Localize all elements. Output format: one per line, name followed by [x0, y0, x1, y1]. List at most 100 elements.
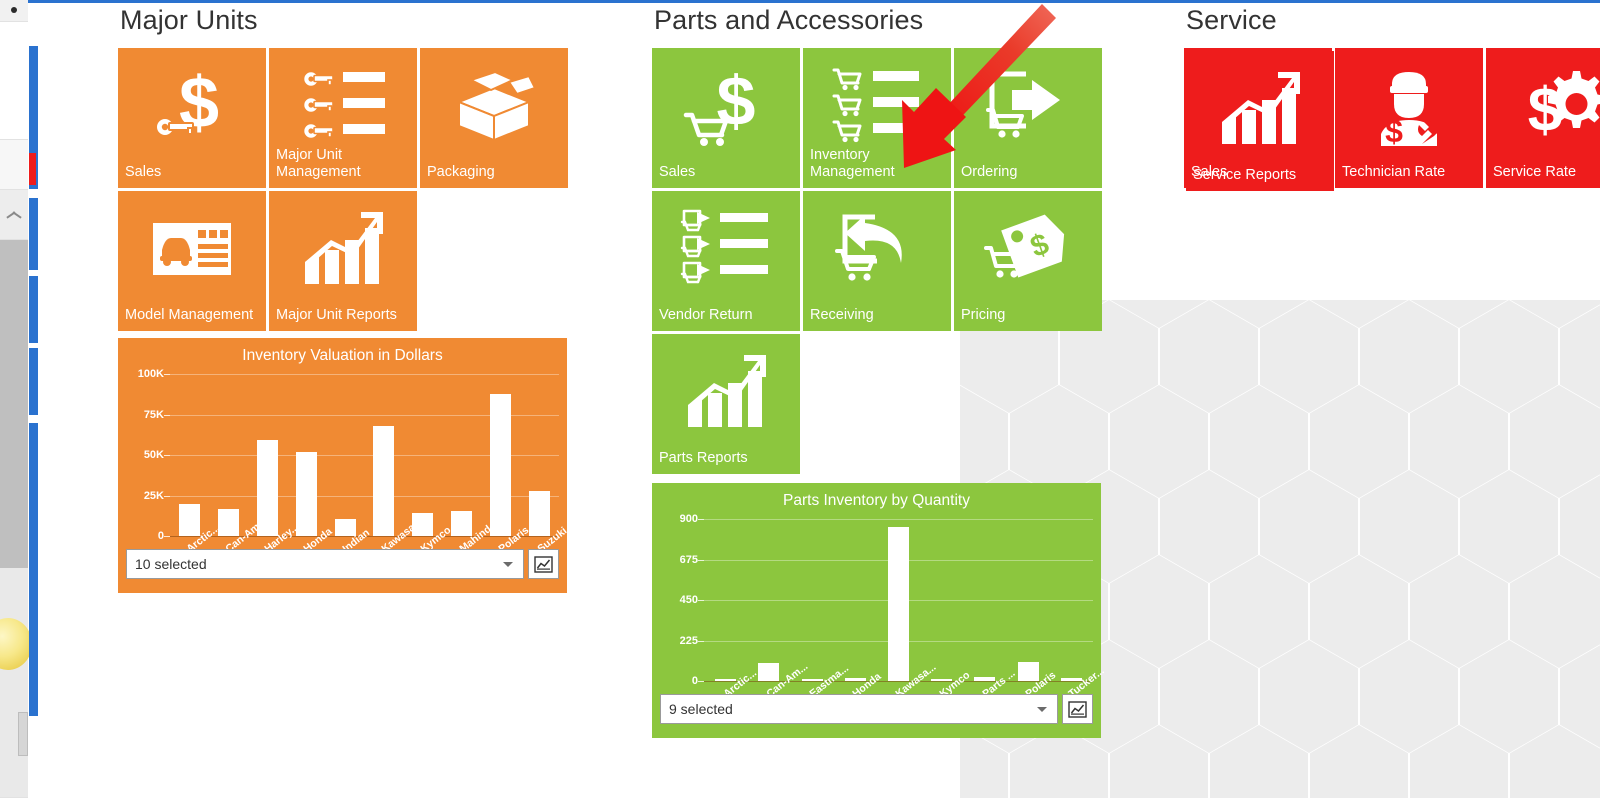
tile-ordering[interactable]: Ordering — [954, 48, 1102, 188]
tile-service-rate[interactable]: $ Service Rate — [1486, 48, 1600, 188]
hexagon-shape — [1310, 300, 1408, 328]
tile-label: Major Unit Management — [276, 147, 361, 180]
red-accent-marker — [29, 153, 36, 185]
column-title-parts: Parts and Accessories — [654, 5, 924, 35]
chart-y-tick-label: 75K — [143, 408, 164, 421]
chart-bar[interactable] — [529, 491, 551, 536]
chart-bar-cell — [877, 519, 920, 681]
hexagon-shape — [1210, 385, 1308, 498]
hexagon-shape — [1360, 300, 1458, 413]
chart-bar-cell — [920, 519, 963, 681]
dropdown-value: 10 selected — [135, 556, 207, 572]
cart-return-list-icon — [652, 201, 800, 296]
tile-parts-sales[interactable]: $ Sales — [652, 48, 800, 188]
tile-model-management[interactable]: Model Management — [118, 191, 266, 331]
parts-inventory-card: Parts Inventory by Quantity 0 225 450 675 90… — [652, 483, 1122, 738]
tile-inventory-management[interactable]: Inventory Management — [803, 48, 951, 188]
inventory-valuation-filter-dropdown[interactable]: 10 selected — [126, 549, 524, 579]
chart-bar[interactable] — [1017, 661, 1039, 681]
chart-bar-cell — [963, 519, 1006, 681]
blue-accent-bar-5 — [29, 423, 38, 716]
chart-y-tick-mark — [164, 536, 170, 537]
tile-label: Vendor Return — [659, 307, 753, 323]
chart-bar[interactable] — [451, 510, 473, 536]
chart-bar-cell — [209, 374, 248, 536]
tile-label: Major Unit Reports — [276, 307, 397, 323]
chart-bar-cell — [365, 374, 404, 536]
hexagon-shape — [1460, 470, 1558, 583]
blue-accent-bar-2 — [29, 198, 38, 270]
hexagon-shape — [1310, 385, 1408, 498]
chart-y-tick-label: 100K — [137, 368, 164, 380]
hexagon-shape — [1560, 300, 1600, 413]
tile-major-unit-management[interactable]: Major Unit Management — [269, 48, 417, 188]
column-title-major-units: Major Units — [120, 5, 258, 35]
tile-packaging[interactable]: Packaging — [420, 48, 568, 188]
hexagon-shape — [1160, 300, 1258, 413]
chart-bar-cell — [248, 374, 287, 536]
tile-major-unit-reports[interactable]: Major Unit Reports — [269, 191, 417, 331]
chart-bar-cell — [520, 374, 559, 536]
technician-icon: $ — [1335, 58, 1483, 153]
chart-bar[interactable] — [758, 663, 780, 681]
chart-bar-cell — [834, 519, 877, 681]
tile-parts-reports[interactable]: Parts Reports — [652, 334, 800, 474]
tile-pricing[interactable]: $ Pricing — [954, 191, 1102, 331]
line-chart-icon — [534, 555, 553, 573]
parts-inventory-chart-type-button[interactable] — [1062, 694, 1093, 724]
hexagon-shape — [1110, 725, 1208, 798]
parts-inventory-filter-dropdown[interactable]: 9 selected — [660, 694, 1058, 724]
chart-bar[interactable] — [887, 527, 909, 681]
tile-label: Parts Reports — [659, 450, 748, 466]
tile-grid-parts: $ Sales Inventory Management Ordering Ve… — [652, 48, 1122, 474]
vehicle-card-icon — [118, 201, 266, 296]
tile-receiving[interactable]: Receiving — [803, 191, 951, 331]
rail-segment-top[interactable] — [0, 0, 28, 22]
dollar-gear-icon: $ — [1486, 58, 1600, 153]
top-accent-line — [28, 0, 1600, 3]
hexagon-shape — [1510, 725, 1600, 798]
chart-bar-cell — [287, 374, 326, 536]
parts-inventory-chart: Parts Inventory by Quantity 0 225 450 675 90… — [652, 483, 1107, 738]
chart-y-tick-label: 450 — [679, 594, 698, 606]
tile-technician-rate[interactable]: $ Technician Rate — [1335, 48, 1483, 188]
tile-label: Technician Rate — [1342, 164, 1446, 180]
hexagon-shape — [1160, 640, 1258, 753]
chart-bars — [704, 519, 1093, 681]
tile-grid-major-units: $ Sales Major Unit Management Packaging … — [118, 48, 588, 331]
hexagon-shape — [1110, 300, 1208, 328]
tile-major-units-sales[interactable]: $ Sales — [118, 48, 266, 188]
line-chart-icon — [1068, 700, 1087, 718]
chart-title: Inventory Valuation in Dollars — [242, 347, 443, 364]
chart-bar[interactable] — [178, 504, 200, 536]
vertical-scrollbar-thumb[interactable] — [18, 712, 28, 756]
chart-bar[interactable] — [256, 439, 278, 536]
hexagon-shape — [1160, 470, 1258, 583]
tile-label: Sales — [125, 164, 162, 180]
bar-chart-arrow-icon — [652, 344, 800, 439]
chart-bar-cell — [1050, 519, 1093, 681]
inventory-valuation-chart-type-button[interactable] — [528, 549, 559, 579]
left-rail — [0, 0, 28, 798]
hexagon-shape — [1360, 470, 1458, 583]
chart-y-tick-mark — [698, 681, 704, 682]
tile-service-reports[interactable]: Service Reports — [1186, 51, 1334, 191]
chevron-down-icon — [503, 562, 513, 567]
tile-vendor-return[interactable]: Vendor Return — [652, 191, 800, 331]
hexagon-shape — [1360, 640, 1458, 753]
chart-bar[interactable] — [490, 394, 512, 536]
tile-label: Receiving — [810, 307, 874, 323]
hexagon-shape — [1510, 385, 1600, 498]
cart-out-arrow-icon — [954, 58, 1102, 153]
tile-grid-service: $ Sales $ — [1184, 48, 1600, 191]
dropdown-value: 9 selected — [669, 701, 733, 717]
chart-y-tick-label: 25K — [143, 489, 164, 502]
tile-label: Inventory Management — [810, 147, 895, 180]
svg-text:$: $ — [1385, 113, 1403, 146]
rail-segment-grey — [0, 140, 28, 190]
hexagon-shape — [1260, 300, 1358, 413]
chart-bar[interactable] — [295, 451, 317, 536]
tile-label: Model Management — [125, 307, 254, 323]
chart-bar[interactable] — [373, 425, 395, 536]
chart-bar[interactable] — [334, 519, 356, 536]
